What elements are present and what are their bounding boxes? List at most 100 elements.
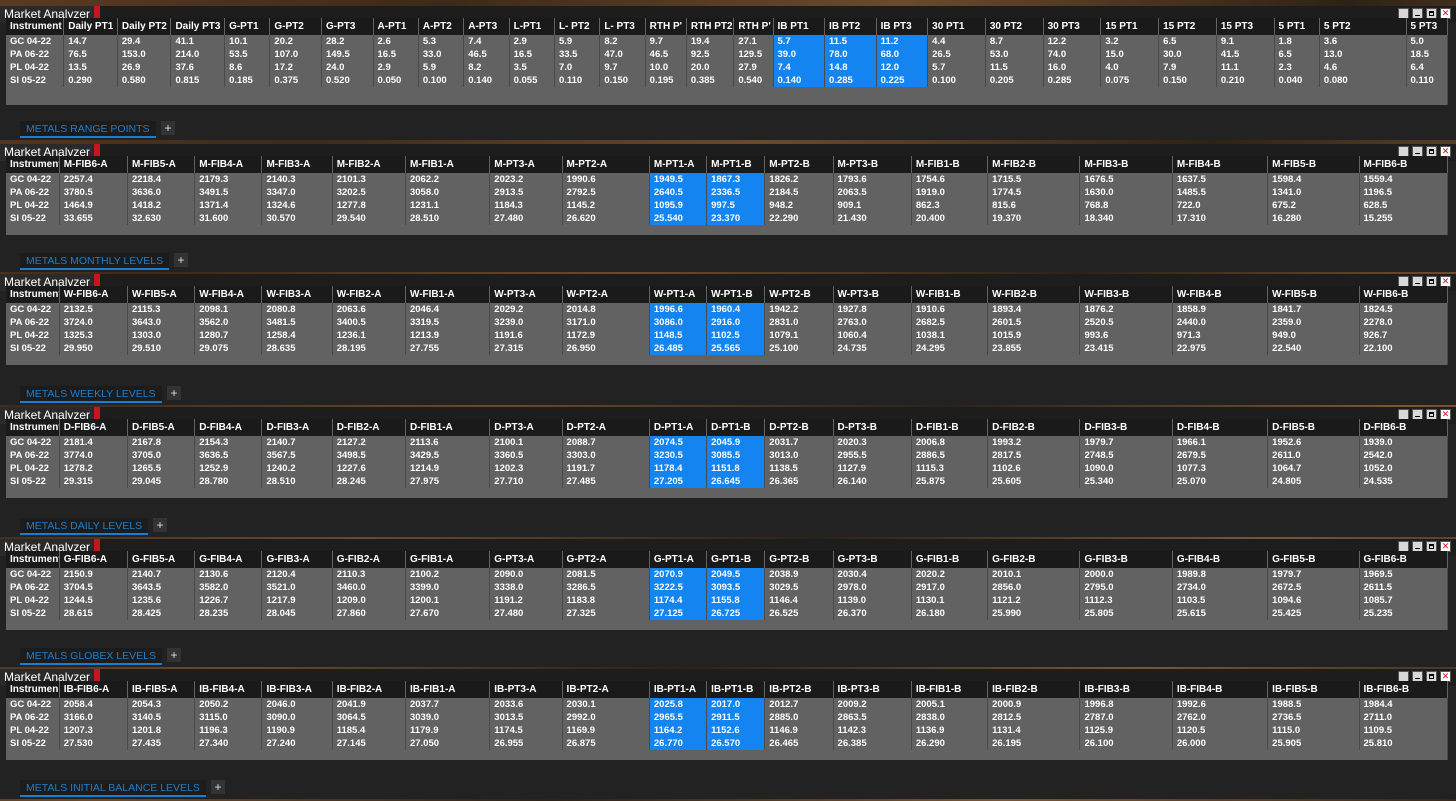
column-header[interactable]: IB-FIB2-B bbox=[987, 681, 1081, 698]
column-header[interactable]: RTH PT2 bbox=[686, 18, 735, 35]
level-cell[interactable]: 25.100 bbox=[764, 342, 834, 355]
page-tab[interactable]: METALS INITIAL BALANCE LEVELS bbox=[20, 780, 206, 797]
table-row[interactable]: GC 04-22 2150.9 2140.7 2130.6 2120.4 2110.3 21… bbox=[6, 568, 1449, 581]
level-cell[interactable]: 33.0 bbox=[418, 48, 465, 61]
level-cell[interactable]: 5.3 bbox=[418, 35, 465, 48]
level-cell[interactable]: 3780.5 bbox=[59, 186, 128, 199]
column-header[interactable]: M-PT1-A bbox=[649, 156, 708, 173]
level-cell[interactable]: 3498.5 bbox=[332, 449, 406, 462]
level-cell[interactable]: 11.1 bbox=[1216, 61, 1275, 74]
column-header[interactable]: IB-FIB2-A bbox=[332, 681, 406, 698]
table-row[interactable]: SI 05-22 33.655 32.630 31.600 30.570 29.540 28… bbox=[6, 212, 1449, 225]
column-header[interactable]: W-FIB1-B bbox=[911, 286, 989, 303]
instrument-cell[interactable]: SI 05-22 bbox=[6, 212, 60, 225]
level-cell[interactable]: 1371.4 bbox=[194, 199, 263, 212]
level-cell[interactable]: 3521.0 bbox=[261, 581, 333, 594]
level-cell[interactable]: 2856.0 bbox=[987, 581, 1081, 594]
level-cell[interactable]: 2167.8 bbox=[127, 436, 196, 449]
level-cell[interactable]: 1876.2 bbox=[1079, 303, 1173, 316]
level-cell[interactable]: 2965.5 bbox=[649, 711, 708, 724]
level-cell[interactable]: 1077.3 bbox=[1172, 462, 1269, 475]
instrument-cell[interactable]: GC 04-22 bbox=[6, 173, 60, 186]
column-header[interactable]: M-FIB2-B bbox=[987, 156, 1081, 173]
level-cell[interactable]: 1015.9 bbox=[987, 329, 1081, 342]
column-header[interactable]: G-PT1-B bbox=[706, 551, 766, 568]
level-cell[interactable]: 68.0 bbox=[876, 48, 929, 61]
level-cell[interactable]: 26.875 bbox=[562, 737, 650, 750]
level-cell[interactable]: 1184.3 bbox=[489, 199, 563, 212]
level-cell[interactable]: 926.7 bbox=[1359, 329, 1449, 342]
level-cell[interactable]: 1095.9 bbox=[649, 199, 708, 212]
level-cell[interactable]: 0.815 bbox=[170, 74, 226, 87]
level-cell[interactable]: 1231.1 bbox=[405, 199, 491, 212]
level-cell[interactable]: 2911.5 bbox=[706, 711, 766, 724]
column-header[interactable]: D-FIB5-A bbox=[127, 419, 196, 436]
page-tab[interactable]: METALS WEEKLY LEVELS bbox=[20, 386, 162, 403]
column-header[interactable]: L- PT3 bbox=[599, 18, 646, 35]
level-cell[interactable]: 10.1 bbox=[224, 35, 271, 48]
level-cell[interactable]: 1.8 bbox=[1274, 35, 1320, 48]
table-row[interactable]: PL 04-22 13.5 26.9 37.6 8.6 17.2 24.0 2.9 5.9 8.2… bbox=[6, 61, 1449, 74]
level-cell[interactable]: 1858.9 bbox=[1172, 303, 1269, 316]
level-cell[interactable]: 5.7 bbox=[773, 35, 826, 48]
level-cell[interactable]: 2278.0 bbox=[1359, 316, 1449, 329]
level-cell[interactable]: 2218.4 bbox=[127, 173, 196, 186]
level-cell[interactable]: 7.4 bbox=[773, 61, 826, 74]
column-header[interactable]: G-FIB3-B bbox=[1079, 551, 1173, 568]
level-cell[interactable]: 24.735 bbox=[833, 342, 912, 355]
level-cell[interactable]: 26.770 bbox=[649, 737, 708, 750]
level-cell[interactable]: 1217.9 bbox=[261, 594, 333, 607]
level-cell[interactable]: 12.2 bbox=[1043, 35, 1102, 48]
level-cell[interactable]: 0.580 bbox=[117, 74, 172, 87]
column-header[interactable]: IB-FIB4-A bbox=[194, 681, 263, 698]
page-tab[interactable]: METALS GLOBEX LEVELS bbox=[20, 648, 162, 665]
table-row[interactable]: GC 04-22 2132.5 2115.3 2098.1 2080.8 2063.6 20… bbox=[6, 303, 1449, 316]
level-cell[interactable]: 28.235 bbox=[194, 607, 263, 620]
level-cell[interactable]: 3115.0 bbox=[194, 711, 263, 724]
add-tab-button[interactable]: + bbox=[167, 648, 181, 662]
level-cell[interactable]: 25.875 bbox=[911, 475, 989, 488]
level-cell[interactable]: 1996.8 bbox=[1079, 698, 1173, 711]
column-header[interactable]: 30 PT2 bbox=[985, 18, 1044, 35]
level-cell[interactable]: 0.375 bbox=[269, 74, 322, 87]
level-cell[interactable]: 2179.3 bbox=[194, 173, 263, 186]
level-cell[interactable]: 1324.6 bbox=[261, 199, 333, 212]
level-cell[interactable]: 2734.0 bbox=[1172, 581, 1269, 594]
add-tab-button[interactable]: + bbox=[161, 121, 175, 135]
level-cell[interactable]: 17.2 bbox=[269, 61, 322, 74]
column-header[interactable]: Daily PT1 bbox=[63, 18, 118, 35]
level-cell[interactable]: 0.195 bbox=[645, 74, 687, 87]
level-cell[interactable]: 47.0 bbox=[599, 48, 646, 61]
level-cell[interactable]: 3567.5 bbox=[261, 449, 333, 462]
level-cell[interactable]: 27.480 bbox=[489, 607, 563, 620]
column-header[interactable]: G-PT1-A bbox=[649, 551, 708, 568]
level-cell[interactable]: 1172.9 bbox=[562, 329, 650, 342]
level-cell[interactable]: 25.235 bbox=[1359, 607, 1449, 620]
level-cell[interactable]: 11.5 bbox=[824, 35, 877, 48]
table-row[interactable]: PL 04-22 1278.2 1265.5 1252.9 1240.2 1227.6 12… bbox=[6, 462, 1449, 475]
column-header[interactable]: M-FIB3-A bbox=[261, 156, 333, 173]
level-cell[interactable]: 3286.5 bbox=[562, 581, 650, 594]
instrument-cell[interactable]: GC 04-22 bbox=[6, 35, 65, 48]
level-cell[interactable]: 27.125 bbox=[649, 607, 708, 620]
level-cell[interactable]: 1793.6 bbox=[833, 173, 912, 186]
table-row[interactable]: PL 04-22 1244.5 1235.6 1226.7 1217.9 1209.0 12… bbox=[6, 594, 1449, 607]
instrument-cell[interactable]: PL 04-22 bbox=[6, 462, 60, 475]
level-cell[interactable]: 2088.7 bbox=[562, 436, 650, 449]
column-header[interactable]: Instrumen bbox=[6, 681, 60, 698]
level-cell[interactable]: 1174.5 bbox=[489, 724, 563, 737]
level-cell[interactable]: 2140.3 bbox=[261, 173, 333, 186]
table-row[interactable]: PA 06-22 3166.0 3140.5 3115.0 3090.0 3064.5 30… bbox=[6, 711, 1449, 724]
column-header[interactable]: RTH P' bbox=[645, 18, 687, 35]
level-cell[interactable]: 27.860 bbox=[332, 607, 406, 620]
level-cell[interactable]: 3230.5 bbox=[649, 449, 708, 462]
instrument-cell[interactable]: GC 04-22 bbox=[6, 698, 60, 711]
level-cell[interactable]: 1191.7 bbox=[562, 462, 650, 475]
column-header[interactable]: IB-FIB5-B bbox=[1267, 681, 1360, 698]
level-cell[interactable]: 26.9 bbox=[117, 61, 172, 74]
level-cell[interactable]: 862.3 bbox=[911, 199, 989, 212]
level-cell[interactable]: 0.520 bbox=[321, 74, 374, 87]
column-header[interactable]: M-FIB2-A bbox=[332, 156, 406, 173]
instrument-cell[interactable]: PL 04-22 bbox=[6, 329, 60, 342]
level-cell[interactable]: 4.0 bbox=[1100, 61, 1160, 74]
